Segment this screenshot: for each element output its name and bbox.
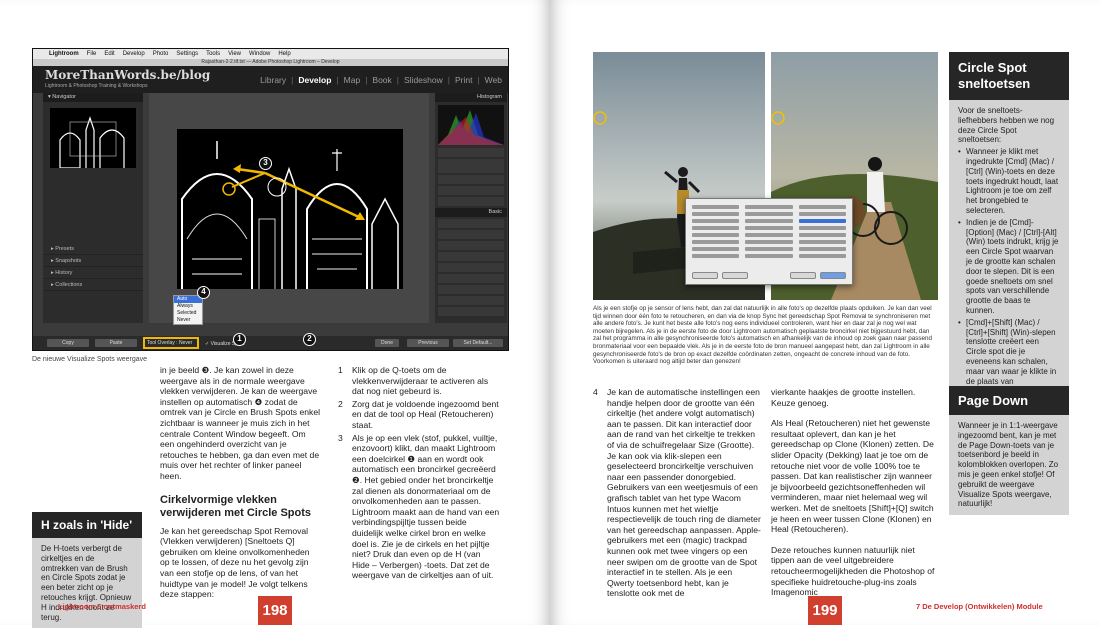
tool-overlay-menu: Auto Always Selected Never: [173, 295, 203, 325]
module-library[interactable]: Library: [260, 75, 286, 85]
module-picker: Library | Develop | Map | Book | Slideshow | …: [260, 75, 502, 85]
page-down-sidebar-title: Page Down: [949, 386, 1069, 415]
column-paragraph: Als Heal (Retoucheren) niet het gewenste…: [771, 418, 934, 535]
module-slideshow[interactable]: Slideshow: [404, 75, 443, 85]
menu-item-file[interactable]: File: [87, 49, 97, 59]
menu-item-settings[interactable]: Settings: [176, 49, 198, 59]
sync-settings-dialog: [685, 198, 853, 285]
footer-chapter-title: 7 De Develop (Ontwikkelen) Module: [916, 602, 1043, 611]
circle-spot-sidebar-body: Voor de sneltoets-liefhebbers hebben we …: [949, 100, 1069, 403]
callout-badge-4: 4: [197, 286, 210, 299]
window-title: Rajasthan-2-2.tif.txt — Adobe Photoshop …: [33, 59, 508, 66]
left-column-1: in je beeld ❸. Je kan zowel in deze weer…: [160, 365, 320, 600]
shortcut-item: [Cmd]+[Shift] (Mac) / [Ctrl]+[Shift] (Wi…: [958, 318, 1060, 396]
photos-caption: Als je een stofje op je sensor of lens h…: [593, 305, 932, 366]
callout-arrows: [222, 164, 365, 220]
menu-item-help[interactable]: Help: [278, 49, 290, 59]
left-panel: ▾ Navigator ▸ Presets ▸ Snapshots ▸ Hist…: [43, 93, 143, 323]
step-item: 1 Klik op de Q-toets om de vlekkenverwijd…: [338, 365, 489, 397]
panel-snapshots[interactable]: ▸ Snapshots: [43, 255, 143, 267]
menu-item-develop[interactable]: Develop: [123, 49, 145, 59]
module-book[interactable]: Book: [372, 75, 391, 85]
lightroom-header: MoreThanWords.be/blog Lightroom & Photos…: [33, 66, 508, 93]
tool-overlay-select[interactable]: Tool Overlay : Never: [143, 337, 199, 349]
overlay-option-auto[interactable]: Auto: [174, 296, 202, 303]
menu-item-window[interactable]: Window: [249, 49, 270, 59]
overlay-option-never[interactable]: Never: [174, 317, 202, 324]
callout-badge-3: 3: [259, 157, 272, 170]
panel-history[interactable]: ▸ History: [43, 267, 143, 279]
right-column-2: vierkante haakjes de grootte instellen. …: [771, 387, 937, 598]
done-button[interactable]: Done: [375, 339, 399, 347]
menu-item-app[interactable]: Lightroom: [49, 49, 79, 59]
basic-header[interactable]: Basic: [435, 208, 507, 217]
circle-spot-sidebar-title: Circle Spot sneltoetsen: [949, 52, 1069, 100]
callout-badge-2: 2: [303, 333, 316, 346]
menu-item-view[interactable]: View: [228, 49, 241, 59]
module-print[interactable]: Print: [455, 75, 472, 85]
paste-button[interactable]: Paste: [95, 339, 137, 347]
menu-item-photo[interactable]: Photo: [153, 49, 169, 59]
section-paragraph: Je kan het gereedschap Spot Removal (Vle…: [160, 525, 310, 600]
mac-menu-bar: Lightroom File Edit Develop Photo Settin…: [33, 49, 508, 59]
hide-sidebar-title: H zoals in 'Hide': [32, 512, 142, 538]
synchronize-button[interactable]: [820, 272, 846, 279]
check-all-button[interactable]: [692, 272, 718, 279]
bottom-toolbar: Copy Paste Tool Overlay : Never ✓ Visual…: [33, 336, 508, 350]
module-web[interactable]: Web: [485, 75, 502, 85]
page-down-sidebar: Page Down Wanneer je in 1:1-weergave ing…: [949, 386, 1069, 516]
page-number: 199: [808, 596, 842, 625]
content-window[interactable]: 3: [149, 93, 429, 323]
hide-sidebar-body: De H-toets verbergt de cirkeltjes en de …: [32, 538, 142, 628]
right-panel: Histogram Basic: [435, 93, 507, 323]
check-none-button[interactable]: [722, 272, 748, 279]
panel-collections[interactable]: ▸ Collections: [43, 279, 143, 291]
section-heading: Cirkelvormige vlekken verwijderen met Ci…: [160, 493, 311, 519]
circle-spot-sidebar: Circle Spot sneltoetsen Voor de sneltoet…: [949, 52, 1069, 403]
step-item: 3 Als je op een vlek (stof, pukkel, vuilt…: [338, 432, 500, 581]
histogram: [438, 105, 504, 145]
menu-item-edit[interactable]: Edit: [104, 49, 114, 59]
menu-item-tools[interactable]: Tools: [206, 49, 220, 59]
page-number: 198: [258, 596, 292, 625]
left-page: Lightroom File Edit Develop Photo Settin…: [0, 0, 550, 628]
column-paragraph: Deze retouches kunnen natuurlijk niet ti…: [771, 544, 935, 598]
histogram-header[interactable]: Histogram: [435, 93, 507, 102]
brand-subtitle: Lightroom & Photoshop Training & Worksho…: [45, 83, 148, 89]
overlay-option-always[interactable]: Always: [174, 303, 202, 310]
module-develop[interactable]: Develop: [298, 75, 331, 85]
copy-button[interactable]: Copy: [47, 339, 89, 347]
callout-badge-1: 1: [233, 333, 246, 346]
intro-paragraph: in je beeld ❸. Je kan zowel in deze weer…: [160, 365, 321, 481]
shortcut-item: Indien je de [Cmd]-[Option] (Mac) / [Ctr…: [958, 218, 1060, 316]
lightroom-screenshot: Lightroom File Edit Develop Photo Settin…: [32, 48, 509, 351]
screenshot-caption: De nieuwe Visualize Spots weergave: [32, 356, 148, 363]
column-paragraph: vierkante haakjes de grootte instellen. …: [771, 387, 916, 408]
overlay-option-selected[interactable]: Selected: [174, 310, 202, 317]
navigator-thumbnail[interactable]: [50, 108, 136, 169]
steps-list: 1 Klik op de Q-toets om de vlekkenverwijd…: [338, 365, 500, 581]
brand-title: MoreThanWords.be/blog: [45, 68, 211, 82]
shortcut-item: Wanneer je klikt met ingedrukte [Cmd] (M…: [958, 147, 1060, 216]
previous-button[interactable]: Previous: [407, 339, 449, 347]
set-default-button[interactable]: Set Default...: [453, 339, 503, 347]
page-down-sidebar-body: Wanneer je in 1:1-weergave ingezoomd ben…: [949, 415, 1069, 516]
left-panel-sections: ▸ Presets ▸ Snapshots ▸ History ▸ Collec…: [43, 243, 143, 291]
step-item: 4 Je kan de automatische instellingen een…: [593, 387, 761, 599]
footer-book-title: Lightroom 5 ontmaskerd: [58, 602, 146, 611]
steps-list-continued: 4 Je kan de automatische instellingen een…: [593, 387, 761, 599]
right-column-1: 4 Je kan de automatische instellingen een…: [593, 387, 761, 601]
step-item: 2 Zorg dat je voldoende ingezoomd bent en…: [338, 398, 499, 430]
panel-presets[interactable]: ▸ Presets: [43, 243, 143, 255]
module-map[interactable]: Map: [344, 75, 361, 85]
navigator-header[interactable]: ▾ Navigator: [43, 93, 143, 102]
cancel-button[interactable]: [790, 272, 816, 279]
left-column-2: 1 Klik op de Q-toets om de vlekkenverwijd…: [338, 365, 500, 583]
